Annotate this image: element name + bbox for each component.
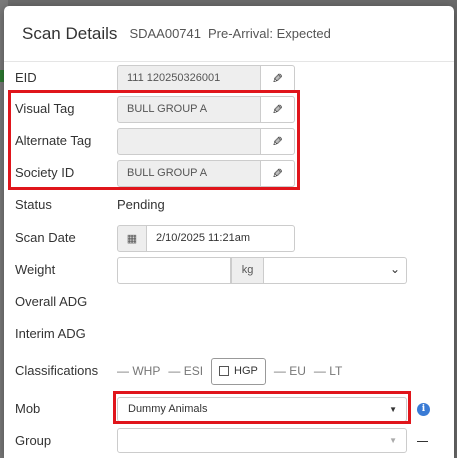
calendar-icon: ▦ <box>126 233 138 245</box>
interim-adg-label: Interim ADG <box>15 326 86 341</box>
mob-highlight-box <box>113 391 411 424</box>
checkbox-icon <box>219 366 230 376</box>
info-icon[interactable]: i <box>417 403 430 416</box>
eid-label: EID <box>15 70 37 85</box>
scan-date-input[interactable]: 2/10/2025 11:21am <box>147 225 295 252</box>
weight-input[interactable] <box>117 257 231 284</box>
weight-unit: kg <box>231 257 264 284</box>
mob-label: Mob <box>15 401 41 416</box>
scan-date-label: Scan Date <box>15 230 76 245</box>
group-row: Group ▼ <box>4 427 454 455</box>
classification-whp[interactable]: — WHP <box>117 364 160 378</box>
chevron-down-icon: ⌄ <box>389 262 400 276</box>
status-value: Pending <box>117 197 165 212</box>
overall-adg-row: Overall ADG <box>4 288 454 316</box>
weight-select[interactable]: ⌄ <box>264 257 407 284</box>
classifications-label: Classifications <box>15 363 99 378</box>
classification-lt[interactable]: — LT <box>314 364 342 378</box>
weight-label: Weight <box>15 262 56 277</box>
modal-header: Scan Details SDAA00741 Pre-Arrival: Expe… <box>4 6 454 62</box>
pencil-icon: ✎ <box>272 70 283 86</box>
header-status: Pre-Arrival: Expected <box>208 26 331 41</box>
tags-highlight-box <box>8 90 300 190</box>
eid-field: 111 120250326001 <box>117 65 261 92</box>
weight-row: Weight kg ⌄ <box>4 256 454 284</box>
remove-group-icon[interactable] <box>417 441 428 442</box>
chevron-down-icon: ▼ <box>389 436 397 445</box>
calendar-button[interactable]: ▦ <box>117 225 147 252</box>
status-row: Status Pending <box>4 191 454 219</box>
eid-edit-button[interactable]: ✎ <box>261 65 295 92</box>
classification-options: — WHP — ESI HGP — EU — LT <box>117 357 350 385</box>
classification-esi[interactable]: — ESI <box>168 364 203 378</box>
classification-hgp-toggle[interactable]: HGP <box>211 357 266 385</box>
scan-id: SDAA00741 <box>129 26 201 41</box>
eid-row: EID 111 120250326001 ✎ <box>4 64 454 92</box>
interim-adg-row: Interim ADG <box>4 320 454 348</box>
overall-adg-label: Overall ADG <box>15 294 88 309</box>
scan-details-modal: Scan Details SDAA00741 Pre-Arrival: Expe… <box>4 6 454 458</box>
group-select[interactable]: ▼ <box>117 428 407 453</box>
status-label: Status <box>15 197 52 212</box>
classification-eu[interactable]: — EU <box>274 364 306 378</box>
modal-title: Scan Details <box>22 23 118 43</box>
group-label: Group <box>15 433 52 448</box>
scan-date-row: Scan Date ▦ 2/10/2025 11:21am <box>4 224 454 252</box>
classifications-row: Classifications — WHP — ESI HGP — EU — L… <box>4 357 454 385</box>
